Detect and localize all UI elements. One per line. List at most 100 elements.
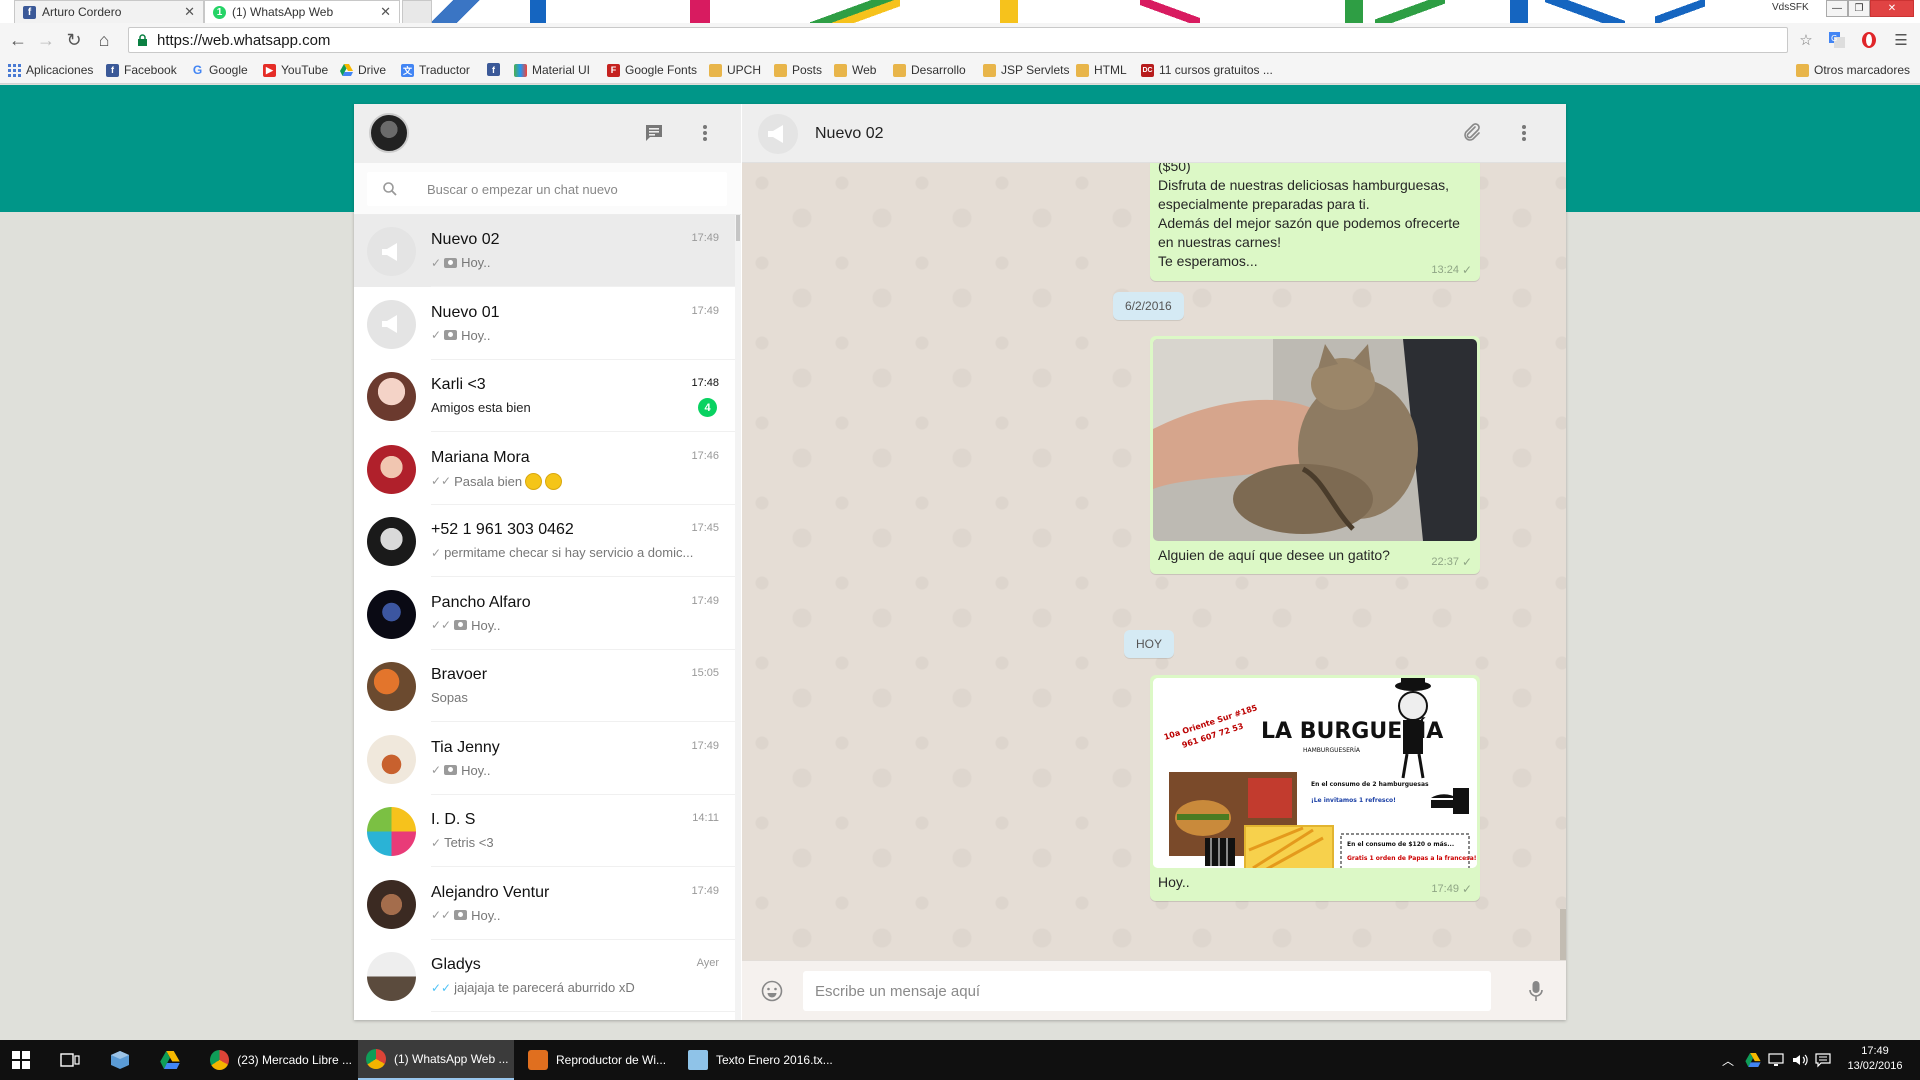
bookmark-facebook-2[interactable]: f: [487, 63, 505, 76]
avatar[interactable]: [367, 372, 416, 421]
emoji-icon[interactable]: [759, 978, 785, 1004]
chevron-up-icon[interactable]: ︿: [1722, 1040, 1734, 1080]
chat-list-item[interactable]: Mariana Mora 17:46 ✓✓ Pasala bien: [354, 432, 735, 505]
message-input[interactable]: [803, 971, 1491, 1011]
close-icon[interactable]: ✕: [184, 4, 195, 20]
opera-icon[interactable]: [1860, 31, 1878, 49]
bookmark-google[interactable]: G Google: [191, 63, 248, 77]
folder-icon: [1796, 63, 1809, 77]
avatar[interactable]: [367, 662, 416, 711]
chat-list-scrollbar[interactable]: [735, 215, 741, 1020]
bookmark-jsp-servlets[interactable]: JSP Servlets: [983, 63, 1069, 77]
star-icon[interactable]: ☆: [1797, 31, 1815, 49]
bookmark-posts[interactable]: Posts: [774, 63, 822, 77]
task-view-icon[interactable]: [60, 1040, 80, 1080]
start-button[interactable]: [12, 1040, 30, 1080]
close-window-button[interactable]: ✕: [1870, 0, 1914, 17]
bookmark-youtube[interactable]: ▶ YouTube: [263, 63, 328, 77]
chat-list-item[interactable]: Alejandro Ventur 17:49 ✓✓ Hoy..: [354, 867, 735, 940]
taskbar-app-notepad[interactable]: Texto Enero 2016.tx...: [680, 1040, 834, 1080]
chat-list-item[interactable]: +52 1 961 303 0462 17:45 ✓ permitame checar…: [354, 505, 735, 577]
chrome-icon: [210, 1050, 230, 1070]
message-scrollbar[interactable]: [1560, 163, 1566, 960]
avatar[interactable]: [367, 517, 416, 566]
minimize-button[interactable]: —: [1826, 0, 1848, 17]
image-message-bubble[interactable]: Alguien de aquí que desee un gatito? 22:…: [1150, 336, 1480, 574]
box-app-icon[interactable]: [110, 1040, 130, 1080]
avatar[interactable]: [367, 444, 416, 494]
chat-list-item[interactable]: Nuevo 01 17:49 ✓ Hoy..: [354, 287, 735, 360]
group-avatar-icon[interactable]: [367, 227, 416, 276]
burger-flyer[interactable]: 10a Oriente Sur #185 961 607 72 53 LA BU…: [1153, 678, 1477, 868]
bookmark-web[interactable]: Web: [834, 63, 876, 77]
taskbar-app-label: (1) WhatsApp Web ...: [394, 1052, 509, 1066]
chat-name: I. D. S: [431, 811, 476, 828]
message-bubble[interactable]: ($50) Disfruta de nuestras deliciosas ha…: [1150, 163, 1480, 281]
chat-preview: ✓✓ Hoy..: [431, 908, 721, 923]
group-avatar-icon[interactable]: [367, 299, 416, 349]
back-button[interactable]: ←: [8, 30, 28, 50]
message-list[interactable]: ($50) Disfruta de nuestras deliciosas ha…: [742, 163, 1566, 960]
drive-taskbar-icon[interactable]: [160, 1040, 180, 1080]
drive-tray-icon[interactable]: [1745, 1040, 1761, 1080]
bookmark-aplicaciones[interactable]: Aplicaciones: [8, 63, 93, 77]
chat-list-pane: Nuevo 02 17:49 ✓ Hoy.. Nuevo 01 17:49 ✓ Hoy.. Ka…: [354, 104, 741, 1020]
scrollbar-thumb[interactable]: [1560, 909, 1566, 960]
chat-list-item[interactable]: Pancho Alfaro 17:49 ✓✓ Hoy..: [354, 577, 735, 650]
avatar[interactable]: [367, 734, 416, 784]
avatar[interactable]: [367, 952, 416, 1001]
conversation-menu-icon[interactable]: [1511, 120, 1537, 146]
chat-time: 17:49: [691, 739, 719, 752]
notifications-icon[interactable]: [1815, 1040, 1831, 1080]
group-avatar-icon[interactable]: [758, 114, 798, 154]
image-message-bubble[interactable]: 10a Oriente Sur #185 961 607 72 53 LA BU…: [1150, 675, 1480, 901]
reload-button[interactable]: ↻: [64, 30, 84, 50]
taskbar-app-mercadolibre[interactable]: (23) Mercado Libre ...: [202, 1040, 352, 1080]
chat-list-item[interactable]: Gladys Ayer ✓✓ jajajaja te parecerá aburrid…: [354, 940, 735, 1012]
forward-button[interactable]: →: [36, 30, 56, 50]
tab-whatsapp[interactable]: 1 (1) WhatsApp Web ✕: [204, 0, 400, 23]
chat-name: Nuevo 01: [431, 303, 500, 321]
bookmark-cursos[interactable]: DC 11 cursos gratuitos ...: [1141, 63, 1273, 77]
translate-extension-icon[interactable]: G: [1828, 31, 1846, 49]
chat-list-item[interactable]: Tia Jenny 17:49 ✓ Hoy..: [354, 722, 735, 795]
taskbar-app-media-player[interactable]: Reproductor de Wi...: [520, 1040, 672, 1080]
bookmark-html[interactable]: HTML: [1076, 63, 1127, 77]
avatar[interactable]: [367, 807, 416, 856]
scrollbar-thumb[interactable]: [736, 215, 740, 241]
tab-facebook[interactable]: f Arturo Cordero ✕: [14, 0, 204, 23]
chat-preview: Amigos esta bien: [431, 400, 721, 415]
microphone-icon[interactable]: [1523, 978, 1549, 1004]
kitten-photo[interactable]: [1153, 339, 1477, 541]
menu-icon[interactable]: ☰: [1892, 31, 1910, 49]
new-tab-button[interactable]: [402, 0, 432, 23]
chat-list-item[interactable]: I. D. S 14:11 ✓ Tetris <3: [354, 795, 735, 867]
bookmark-otros[interactable]: Otros marcadores: [1796, 63, 1910, 77]
attach-icon[interactable]: [1459, 120, 1485, 146]
avatar[interactable]: [369, 113, 409, 153]
maximize-button[interactable]: ❐: [1848, 0, 1870, 17]
chat-list-item[interactable]: Bravoer 15:05 Sopas: [354, 650, 735, 722]
menu-dots-icon[interactable]: [692, 120, 718, 146]
bookmark-google-fonts[interactable]: F Google Fonts: [607, 63, 697, 77]
search-input[interactable]: [427, 172, 717, 206]
home-button[interactable]: ⌂: [94, 30, 114, 50]
avatar[interactable]: [367, 879, 416, 929]
conversation-header[interactable]: Nuevo 02: [742, 104, 1566, 163]
chat-list-item[interactable]: Karli <3 17:48 Amigos esta bien 4: [354, 360, 735, 432]
address-bar[interactable]: https://web.whatsapp.com: [128, 27, 1788, 53]
chat-list-item[interactable]: Nuevo 02 17:49 ✓ Hoy..: [354, 215, 735, 287]
bookmark-traductor[interactable]: 文 Traductor: [401, 63, 470, 77]
avatar[interactable]: [367, 589, 416, 639]
network-icon[interactable]: [1768, 1040, 1784, 1080]
taskbar-app-whatsapp[interactable]: (1) WhatsApp Web ...: [358, 1040, 514, 1080]
bookmark-facebook[interactable]: f Facebook: [106, 63, 177, 77]
close-icon[interactable]: ✕: [380, 4, 391, 20]
system-clock[interactable]: 17:49 13/02/2016: [1840, 1044, 1910, 1074]
bookmark-material-ui[interactable]: Material UI: [514, 63, 590, 77]
bookmark-upch[interactable]: UPCH: [709, 63, 761, 77]
bookmark-desarrollo[interactable]: Desarrollo: [893, 63, 966, 77]
bookmark-drive[interactable]: Drive: [340, 63, 386, 77]
new-chat-icon[interactable]: [641, 120, 667, 146]
volume-icon[interactable]: [1792, 1040, 1808, 1080]
